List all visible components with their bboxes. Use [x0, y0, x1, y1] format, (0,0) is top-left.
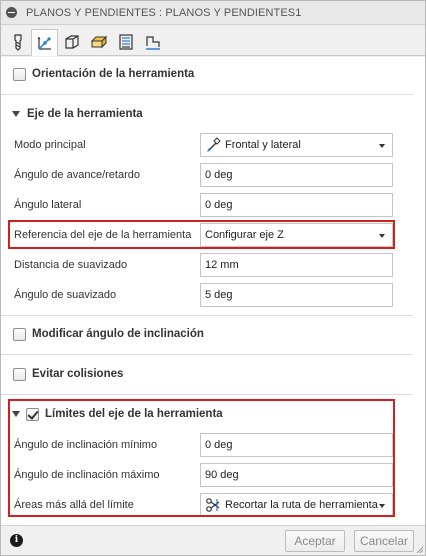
- row-main-mode: Modo principal Frontal y lateral: [1, 130, 425, 160]
- tab-tool[interactable]: [4, 29, 31, 55]
- smoothing-distance-label: Distancia de suavizado: [14, 259, 128, 271]
- row-smoothing-distance: Distancia de suavizado 12 mm: [1, 250, 425, 280]
- dialog-footer: i Aceptar Cancelar: [1, 525, 425, 555]
- divider: [1, 354, 413, 355]
- tab-linking[interactable]: [139, 29, 166, 55]
- section-orientation[interactable]: Orientación de la herramienta: [1, 58, 425, 90]
- info-icon[interactable]: i: [10, 534, 23, 547]
- divider: [1, 315, 413, 316]
- row-side-angle: Ángulo lateral 0 deg: [1, 190, 425, 220]
- title-bar[interactable]: PLANOS Y PENDIENTES : PLANOS Y PENDIENTE…: [1, 1, 425, 25]
- collapse-icon[interactable]: [6, 7, 17, 18]
- main-mode-value: Frontal y lateral: [225, 139, 301, 151]
- main-mode-select[interactable]: Frontal y lateral: [200, 133, 393, 157]
- lead-lag-label: Ángulo de avance/retardo: [14, 169, 140, 181]
- lead-lag-input[interactable]: 0 deg: [200, 163, 393, 187]
- section-tool-axis-label: Eje de la herramienta: [27, 108, 143, 120]
- geometry-box-icon: [64, 35, 79, 49]
- chevron-down-icon: [379, 144, 385, 148]
- section-modify-tilt-label: Modificar ángulo de inclinación: [32, 328, 204, 340]
- heights-icon: [90, 35, 107, 49]
- section-avoid-collisions[interactable]: Evitar colisiones: [1, 358, 425, 390]
- linking-icon: [145, 36, 160, 50]
- resize-grip-icon[interactable]: [415, 545, 423, 553]
- highlight-frame-axis-reference: [8, 220, 395, 249]
- tab-heights[interactable]: [85, 29, 112, 55]
- smoothing-angle-label: Ángulo de suavizado: [14, 289, 117, 301]
- front-side-tool-icon: [207, 137, 221, 152]
- tool-axis-icon: [37, 37, 51, 50]
- tab-geometry[interactable]: [58, 29, 85, 55]
- dialog-window: PLANOS Y PENDIENTES : PLANOS Y PENDIENTE…: [0, 0, 426, 556]
- smoothing-distance-input[interactable]: 12 mm: [200, 253, 393, 277]
- divider: [1, 394, 413, 395]
- section-tool-axis[interactable]: Eje de la herramienta: [1, 98, 425, 130]
- tool-icon: [13, 34, 22, 51]
- divider: [1, 94, 413, 95]
- section-avoid-collisions-label: Evitar colisiones: [32, 368, 124, 380]
- section-modify-tilt[interactable]: Modificar ángulo de inclinación: [1, 318, 425, 350]
- tab-passes[interactable]: [112, 29, 139, 55]
- dialog-title: PLANOS Y PENDIENTES : PLANOS Y PENDIENTE…: [26, 6, 302, 19]
- parameters-panel: Orientación de la herramienta Eje de la …: [1, 57, 425, 525]
- smoothing-angle-input[interactable]: 5 deg: [200, 283, 393, 307]
- side-angle-label: Ángulo lateral: [14, 199, 82, 211]
- section-orientation-label: Orientación de la herramienta: [32, 68, 195, 80]
- tab-tool-axis[interactable]: [31, 29, 58, 56]
- tab-bar: [1, 26, 425, 56]
- modify-tilt-checkbox[interactable]: [13, 327, 26, 341]
- avoid-collisions-checkbox[interactable]: [13, 367, 26, 381]
- main-mode-label: Modo principal: [14, 139, 86, 151]
- cancel-button[interactable]: Cancelar: [354, 530, 414, 552]
- orientation-checkbox[interactable]: [13, 67, 26, 81]
- row-smoothing-angle: Ángulo de suavizado 5 deg: [1, 280, 425, 310]
- accept-button[interactable]: Aceptar: [285, 530, 345, 552]
- side-angle-input[interactable]: 0 deg: [200, 193, 393, 217]
- passes-icon: [118, 34, 133, 50]
- row-lead-lag: Ángulo de avance/retardo 0 deg: [1, 160, 425, 190]
- expand-triangle-icon[interactable]: [12, 111, 20, 117]
- highlight-frame-axis-limits: [8, 399, 395, 517]
